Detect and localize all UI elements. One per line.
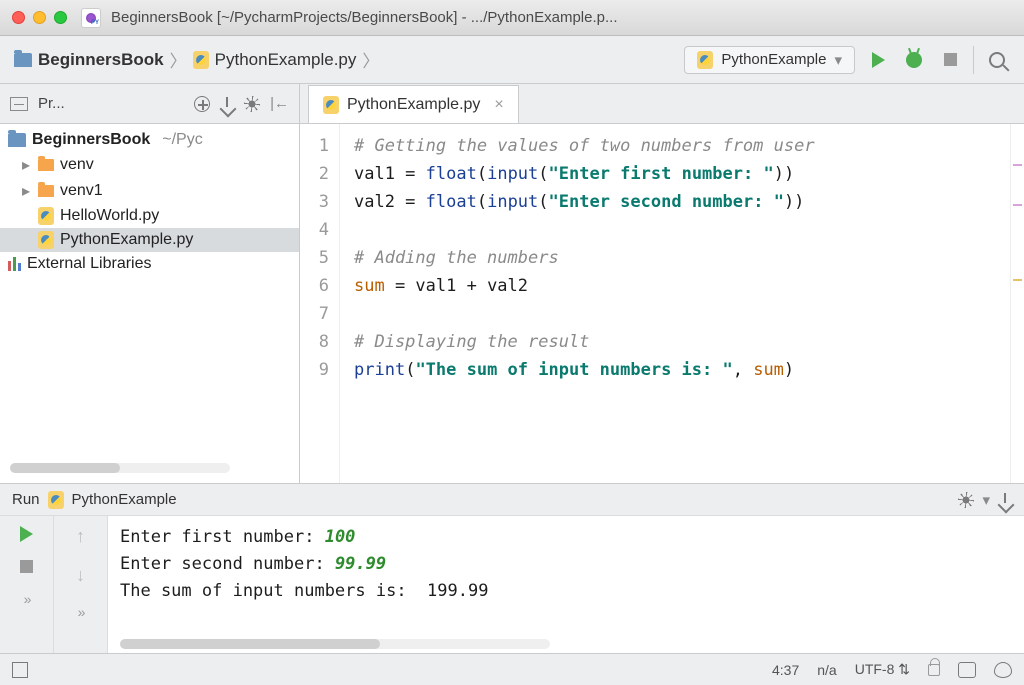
titlebar: PY BeginnersBook [~/PycharmProjects/Begi… xyxy=(0,0,1024,36)
zoom-window-button[interactable] xyxy=(54,11,67,24)
minimize-window-button[interactable] xyxy=(33,11,46,24)
close-tab-button[interactable]: × xyxy=(494,96,503,114)
editor-tabs: PythonExample.py × xyxy=(300,84,1024,124)
main-area: Pr... |← BeginnersBook ~/Pyc ▸ venv ▸ venv1… xyxy=(0,84,1024,483)
project-pane-label: Pr... xyxy=(38,95,65,112)
chevron-right-icon: 〉 xyxy=(362,47,379,72)
more-nav-button[interactable]: » xyxy=(78,604,84,620)
console-output[interactable]: Enter first number: 100 Enter second num… xyxy=(108,516,1024,639)
line-gutter: 1 2 3 4 5 6 7 8 9 xyxy=(300,124,340,483)
folder-icon xyxy=(8,133,26,147)
close-window-button[interactable] xyxy=(12,11,25,24)
folder-icon xyxy=(38,159,54,171)
tree-item[interactable]: ▸ venv1 xyxy=(0,178,299,204)
tree-item[interactable]: ▸ venv xyxy=(0,152,299,178)
toolbar: BeginnersBook 〉 PythonExample.py 〉 Pytho… xyxy=(0,36,1024,84)
play-icon xyxy=(872,52,885,68)
lock-icon[interactable] xyxy=(928,664,940,676)
breadcrumb-root-label: BeginnersBook xyxy=(38,50,164,70)
hide-button[interactable]: |← xyxy=(270,95,289,112)
error-stripe[interactable] xyxy=(1010,124,1024,483)
inspection-status[interactable]: n/a xyxy=(817,662,836,678)
search-icon xyxy=(989,52,1005,68)
stop-process-button[interactable] xyxy=(20,560,33,573)
project-header: Pr... |← xyxy=(0,84,299,124)
tree-item-label: venv1 xyxy=(60,182,103,200)
python-file-icon xyxy=(38,231,54,249)
tree-item-label: PythonExample.py xyxy=(60,231,193,249)
breadcrumb-file[interactable]: PythonExample.py xyxy=(193,50,357,70)
folder-icon xyxy=(14,53,32,67)
python-file-icon xyxy=(48,491,64,509)
scroll-from-source-button[interactable] xyxy=(194,96,210,112)
toolwindows-button[interactable] xyxy=(12,662,28,678)
project-tree[interactable]: BeginnersBook ~/Pyc ▸ venv ▸ venv1 HelloWorl… xyxy=(0,124,299,463)
run-config-label: PythonExample xyxy=(721,51,826,68)
inspector-icon[interactable] xyxy=(958,662,976,678)
tree-item[interactable]: PythonExample.py xyxy=(0,228,299,252)
memory-indicator[interactable] xyxy=(994,662,1012,678)
stop-icon xyxy=(944,53,957,66)
code-content[interactable]: # Getting the values of two numbers from… xyxy=(340,124,1010,483)
disclosure-triangle-icon: ▸ xyxy=(22,155,32,175)
tree-item-label: HelloWorld.py xyxy=(60,207,159,225)
download-log-button[interactable] xyxy=(998,493,1012,507)
project-hscrollbar[interactable] xyxy=(0,463,299,483)
libraries-icon xyxy=(8,257,21,271)
encoding-label: UTF-8 xyxy=(855,661,895,677)
python-file-icon xyxy=(323,96,339,114)
rerun-button[interactable] xyxy=(20,526,33,542)
folder-icon xyxy=(38,185,54,197)
breadcrumb-file-label: PythonExample.py xyxy=(215,50,357,70)
bug-icon xyxy=(906,52,922,68)
project-view-icon[interactable] xyxy=(10,97,28,111)
breadcrumb-root[interactable]: BeginnersBook xyxy=(14,50,164,70)
chevron-right-icon: 〉 xyxy=(170,47,187,72)
cursor-position[interactable]: 4:37 xyxy=(772,662,799,678)
python-file-icon xyxy=(697,51,713,69)
breadcrumb: BeginnersBook 〉 PythonExample.py 〉 xyxy=(14,47,385,72)
python-file-icon xyxy=(38,207,54,225)
tree-root-path: ~/Pyc xyxy=(162,131,202,149)
stop-button[interactable] xyxy=(937,47,963,73)
chevron-down-icon: ▾ xyxy=(982,491,990,509)
editor-tab-label: PythonExample.py xyxy=(347,96,480,114)
run-config-dropdown[interactable]: PythonExample ▾ xyxy=(684,46,855,74)
tree-external-label: External Libraries xyxy=(27,255,152,273)
run-header: Run PythonExample ▾ xyxy=(0,484,1024,516)
more-actions-button[interactable]: » xyxy=(24,591,30,607)
separator xyxy=(973,46,974,74)
python-file-icon xyxy=(193,51,209,69)
window-title: BeginnersBook [~/PycharmProjects/Beginne… xyxy=(111,9,618,26)
tree-item[interactable]: HelloWorld.py xyxy=(0,204,299,228)
run-config-name: PythonExample xyxy=(72,491,177,508)
editor-pane: PythonExample.py × 1 2 3 4 5 6 7 8 9 # G… xyxy=(300,84,1024,483)
debug-button[interactable] xyxy=(901,47,927,73)
run-label: Run xyxy=(12,491,40,508)
up-arrow-button[interactable]: ↑ xyxy=(76,526,85,547)
editor-tab[interactable]: PythonExample.py × xyxy=(308,85,519,123)
disclosure-triangle-icon: ▸ xyxy=(22,181,32,201)
collapse-all-button[interactable] xyxy=(220,97,234,111)
status-bar: 4:37 n/a UTF-8 ⇅ xyxy=(0,653,1024,685)
run-button[interactable] xyxy=(865,47,891,73)
settings-button[interactable] xyxy=(244,96,260,112)
pycharm-icon: PY xyxy=(81,8,101,28)
run-toolwindow: Run PythonExample ▾ » ↑ ↓ » Enter first … xyxy=(0,483,1024,653)
tree-external-libs[interactable]: External Libraries xyxy=(0,252,299,276)
tree-root[interactable]: BeginnersBook ~/Pyc xyxy=(0,128,299,152)
console-hscrollbar[interactable] xyxy=(108,639,1024,653)
code-editor[interactable]: 1 2 3 4 5 6 7 8 9 # Getting the values o… xyxy=(300,124,1024,483)
run-settings-button[interactable] xyxy=(958,492,974,508)
project-toolwindow: Pr... |← BeginnersBook ~/Pyc ▸ venv ▸ venv1… xyxy=(0,84,300,483)
run-nav-controls: ↑ ↓ » xyxy=(54,516,108,653)
encoding-dropdown[interactable]: UTF-8 ⇅ xyxy=(855,661,910,678)
tree-item-label: venv xyxy=(60,156,94,174)
window-controls xyxy=(12,11,67,24)
down-arrow-button[interactable]: ↓ xyxy=(76,565,85,586)
search-button[interactable] xyxy=(984,47,1010,73)
run-controls: » xyxy=(0,516,54,653)
tree-root-label: BeginnersBook xyxy=(32,131,150,149)
chevron-down-icon: ▾ xyxy=(834,51,842,69)
